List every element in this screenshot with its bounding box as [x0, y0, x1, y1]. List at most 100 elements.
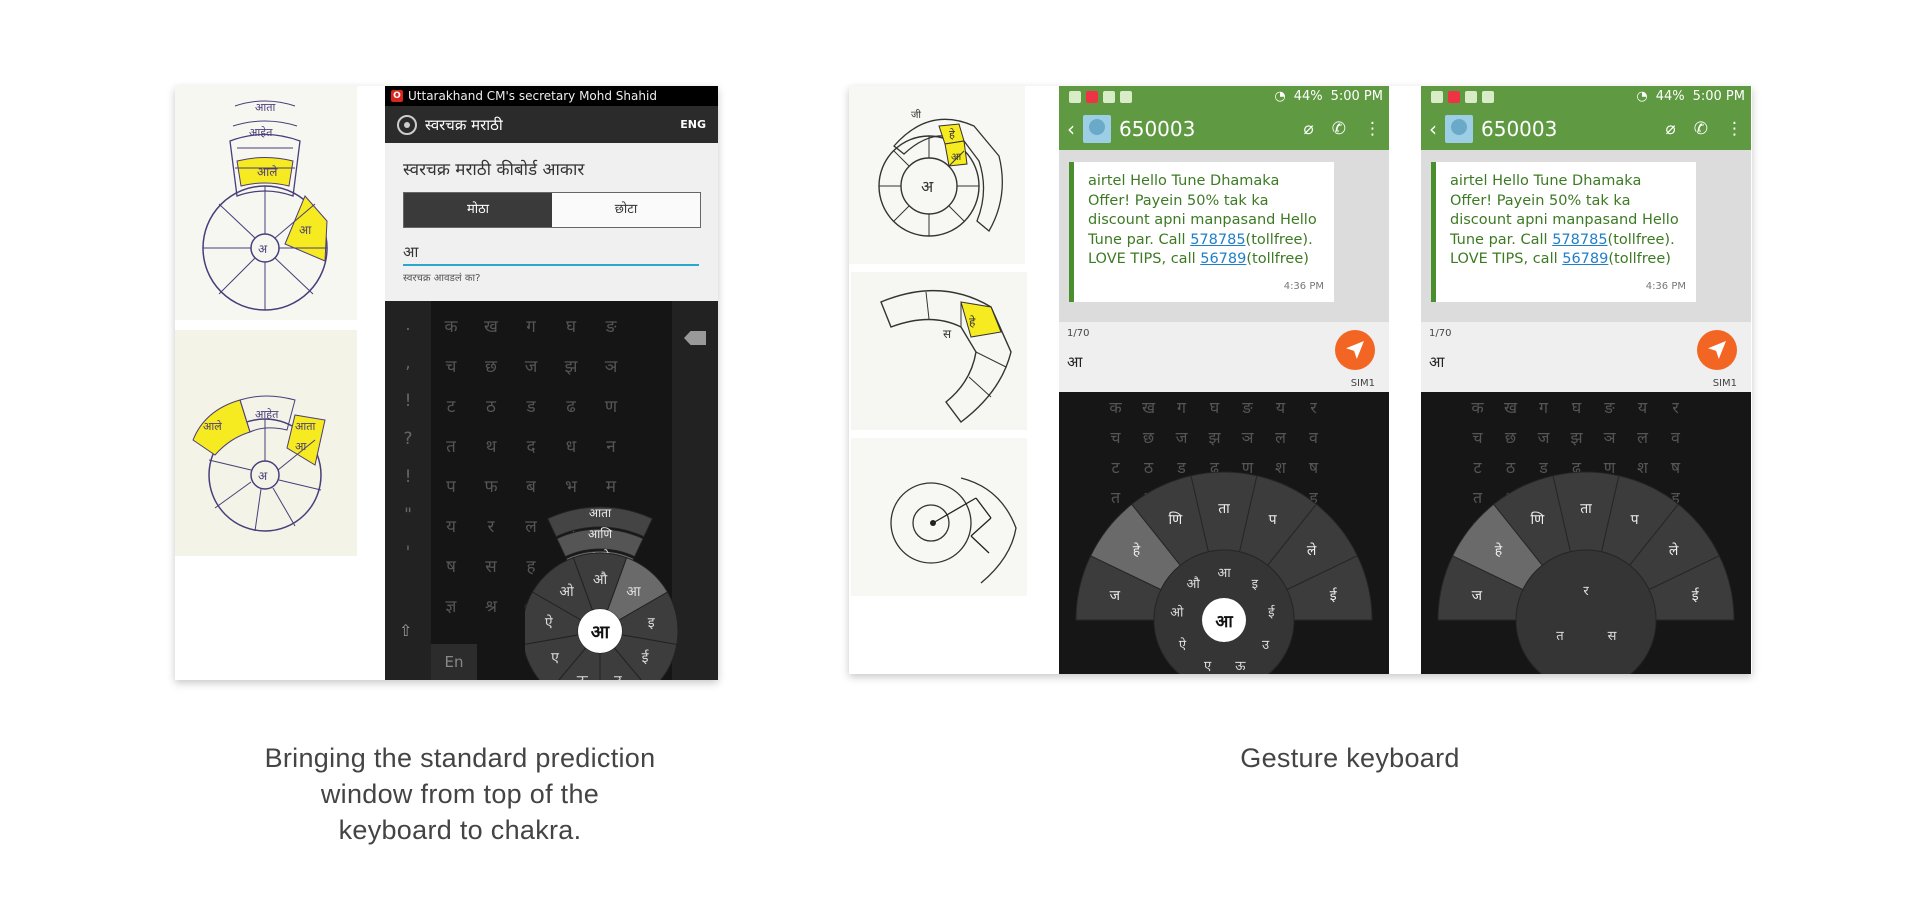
key[interactable]: च	[431, 354, 471, 377]
chakra-letter[interactable]: प	[1269, 512, 1278, 528]
key[interactable]: घ	[551, 314, 591, 337]
key[interactable]: ग	[511, 314, 551, 337]
text-input[interactable]: आ	[403, 242, 699, 266]
chakra-letter[interactable]: ता	[1218, 501, 1230, 517]
shift-icon[interactable]: ⇧	[399, 621, 412, 640]
key[interactable]: घ	[1198, 396, 1231, 418]
chakra-inner-letter[interactable]: ओ	[1170, 605, 1184, 621]
size-small-option[interactable]: छोटा	[552, 193, 700, 227]
chakra-inner-letter[interactable]: इ	[1252, 577, 1259, 592]
key[interactable]: श्र	[471, 594, 511, 617]
key[interactable]: त	[431, 434, 471, 457]
key-punct[interactable]: '	[385, 543, 431, 563]
chakra-inner-letter[interactable]: उ	[1262, 638, 1270, 653]
chakra-letter[interactable]: ऐ	[545, 614, 553, 631]
key[interactable]: ग	[1165, 396, 1198, 418]
chakra-letter[interactable]: ई	[642, 649, 650, 666]
chakra-letter[interactable]: ई	[1330, 587, 1338, 604]
key[interactable]: र	[1297, 396, 1330, 418]
key[interactable]: छ	[471, 354, 511, 377]
key[interactable]: थ	[471, 434, 511, 457]
key[interactable]: ज	[1165, 426, 1198, 448]
key[interactable]: ङ	[1593, 396, 1626, 418]
chakra-inner-letter[interactable]: स	[1608, 629, 1617, 644]
key[interactable]: च	[1099, 426, 1132, 448]
chakra-inner-letter[interactable]: आ	[1217, 566, 1231, 581]
chakra-letter[interactable]: णि	[1169, 511, 1184, 528]
prediction-word[interactable]: आता	[589, 506, 612, 520]
gear-icon[interactable]	[397, 114, 417, 135]
key[interactable]: ज	[511, 354, 551, 377]
key[interactable]: छ	[1132, 426, 1165, 448]
key-punct[interactable]: .	[385, 315, 431, 335]
key[interactable]: ञ	[1231, 426, 1264, 448]
back-icon[interactable]: ‹	[1429, 117, 1437, 141]
language-badge[interactable]: ENG	[680, 118, 706, 131]
key[interactable]: ज	[1527, 426, 1560, 448]
avatar[interactable]	[1445, 115, 1473, 143]
key[interactable]: झ	[1198, 426, 1231, 448]
key[interactable]: झ	[1560, 426, 1593, 448]
chakra-letter[interactable]: आ	[626, 584, 641, 600]
key[interactable]: य	[1626, 396, 1659, 418]
key[interactable]: ट	[431, 394, 471, 417]
chakra-wheel[interactable]: आहेआणिआताऔआइईउऊएऐओआ	[525, 401, 718, 680]
key[interactable]: र	[471, 514, 511, 537]
key[interactable]: च	[1461, 426, 1494, 448]
key[interactable]: ग	[1527, 396, 1560, 418]
attach-icon[interactable]: ⌀	[1666, 119, 1676, 139]
prediction-word[interactable]: आणि	[588, 527, 612, 541]
key[interactable]: ख	[471, 314, 511, 337]
avatar[interactable]	[1083, 115, 1111, 143]
key[interactable]: ञ	[591, 354, 631, 377]
key[interactable]: र	[1659, 396, 1692, 418]
more-icon[interactable]: ⋮	[1726, 119, 1743, 139]
call-icon[interactable]: ✆	[1332, 119, 1346, 139]
key[interactable]: झ	[551, 354, 591, 377]
key[interactable]: क	[1461, 396, 1494, 418]
chakra-letter[interactable]: ओ	[559, 583, 574, 600]
chakra-letter[interactable]: हे	[1133, 542, 1141, 559]
key-punct[interactable]: !	[385, 391, 431, 411]
chakra-inner-letter[interactable]: ए	[1204, 659, 1212, 674]
chakra-inner-letter[interactable]: ई	[1268, 605, 1275, 621]
key[interactable]: व	[1659, 426, 1692, 448]
key[interactable]: व	[1297, 426, 1330, 448]
key[interactable]: फ	[471, 474, 511, 497]
key-punct[interactable]: ,	[385, 353, 431, 373]
key[interactable]: ल	[1264, 426, 1297, 448]
gesture-chakra[interactable]: जहेणितापलेईआइईउऊएऐओऔआ	[1059, 470, 1389, 674]
send-icon[interactable]	[1697, 330, 1737, 370]
chakra-inner-letter[interactable]: औ	[1186, 576, 1200, 592]
english-switch-button[interactable]: En	[431, 644, 477, 680]
message-input[interactable]: आ	[1429, 352, 1444, 372]
key[interactable]: ज्ञ	[431, 594, 471, 617]
more-icon[interactable]: ⋮	[1364, 119, 1381, 139]
phone-link[interactable]: 578785	[1552, 232, 1607, 248]
chakra-letter[interactable]: उ	[614, 673, 622, 680]
back-icon[interactable]: ‹	[1067, 117, 1075, 141]
chakra-letter[interactable]: ए	[551, 650, 559, 666]
key[interactable]: क	[431, 314, 471, 337]
key[interactable]: ल	[1626, 426, 1659, 448]
key[interactable]: ञ	[1593, 426, 1626, 448]
attach-icon[interactable]: ⌀	[1304, 119, 1314, 139]
chakra-letter[interactable]: ता	[1580, 501, 1592, 517]
chakra-inner-letter[interactable]: र	[1583, 584, 1589, 599]
chakra-inner-letter[interactable]: त	[1556, 629, 1564, 644]
key[interactable]: ष	[431, 554, 471, 577]
chakra-letter[interactable]: ज	[1472, 588, 1483, 604]
key[interactable]: ठ	[471, 394, 511, 417]
message-input[interactable]: आ	[1067, 352, 1082, 372]
key[interactable]: घ	[1560, 396, 1593, 418]
key-punct[interactable]: !	[385, 467, 431, 487]
key[interactable]: ख	[1494, 396, 1527, 418]
key-punct[interactable]: ?	[385, 429, 431, 449]
key[interactable]: स	[471, 554, 511, 577]
chakra-letter[interactable]: औ	[593, 571, 608, 588]
key[interactable]: क	[1099, 396, 1132, 418]
chakra-letter[interactable]: ज	[1110, 588, 1121, 604]
chakra-letter[interactable]: ले	[1307, 542, 1317, 559]
phone-link[interactable]: 56789	[1200, 251, 1246, 267]
key[interactable]: ङ	[591, 314, 631, 337]
